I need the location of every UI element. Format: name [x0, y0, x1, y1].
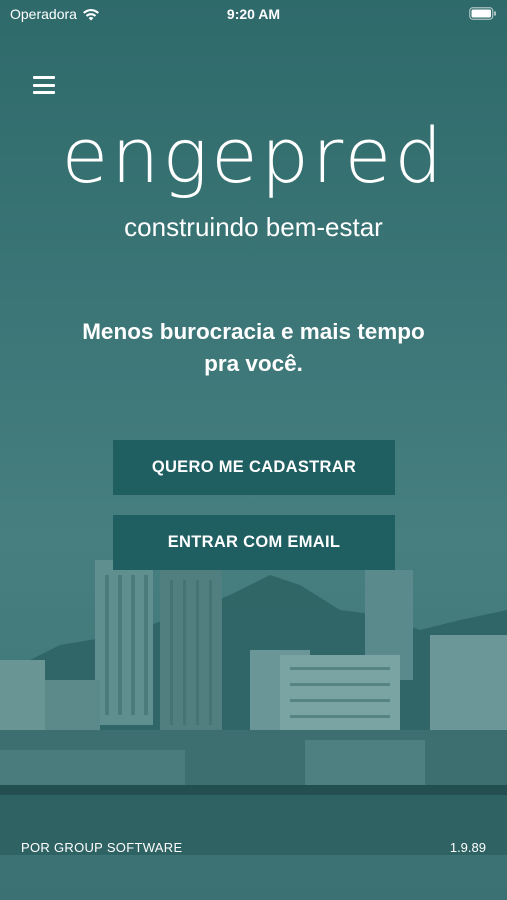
- welcome-screen: Operadora 9:20 AM engepred construindo b…: [0, 0, 507, 900]
- battery-icon: [469, 7, 496, 20]
- status-time: 9:20 AM: [226, 6, 281, 22]
- status-bar: Operadora 9:20 AM: [0, 0, 507, 28]
- menu-line: [33, 83, 55, 87]
- headline-line-2: pra você.: [204, 351, 303, 376]
- city-skyline-image: [0, 560, 507, 855]
- hamburger-menu-icon[interactable]: [33, 76, 55, 94]
- menu-line: [33, 91, 55, 94]
- register-button[interactable]: QUERO ME CADASTRAR: [113, 440, 395, 495]
- headline: Menos burocracia e mais tempo pra você.: [40, 316, 467, 380]
- headline-line-1: Menos burocracia e mais tempo: [82, 319, 425, 344]
- app-version: 1.9.89: [449, 840, 486, 855]
- menu-line: [33, 76, 55, 79]
- developer-credit: POR GROUP SOFTWARE: [21, 840, 183, 855]
- login-email-button[interactable]: ENTRAR COM EMAIL: [113, 515, 395, 570]
- brand-logo: engepred: [61, 111, 446, 200]
- brand-tagline: construindo bem-estar: [124, 212, 383, 242]
